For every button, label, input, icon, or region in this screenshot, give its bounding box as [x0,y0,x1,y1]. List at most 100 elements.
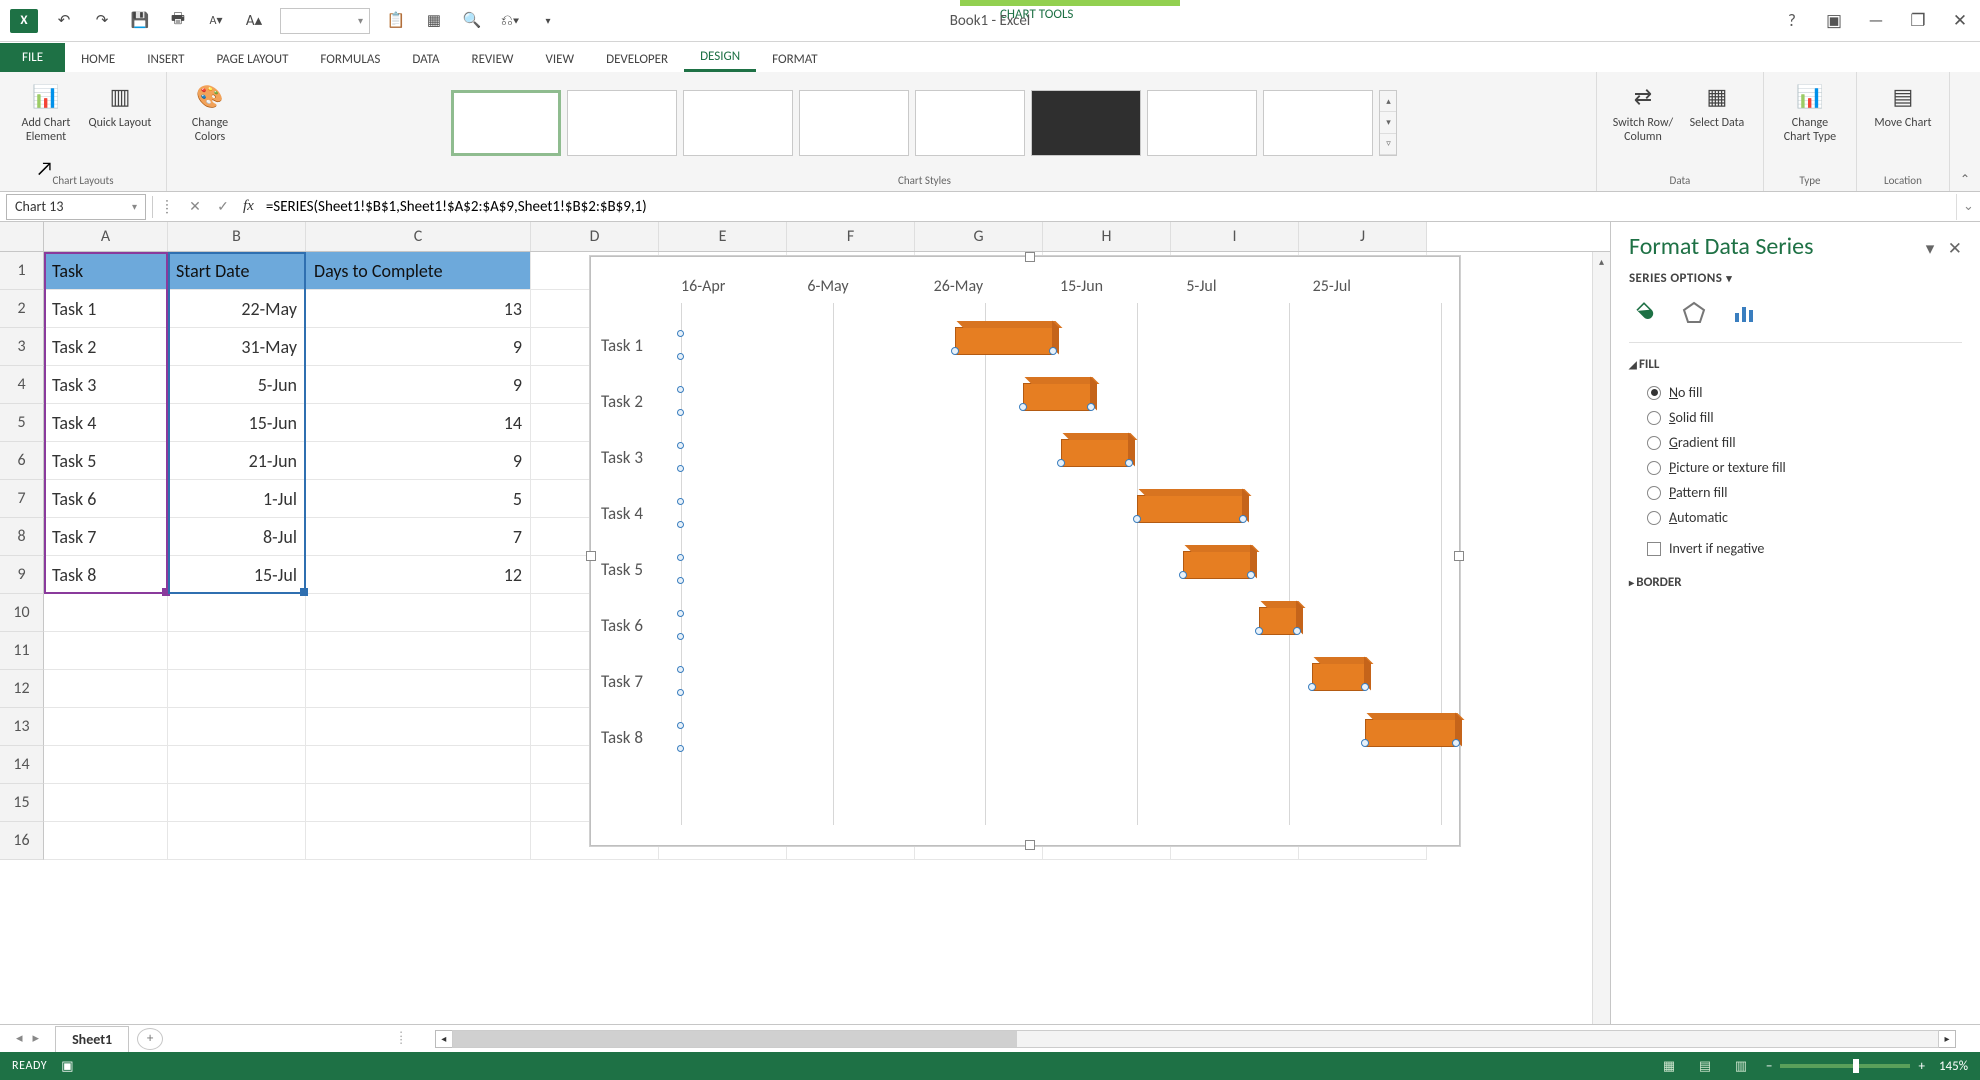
cell[interactable] [168,632,306,670]
save-button[interactable]: 💾 [128,9,152,33]
pane-close-button[interactable]: ✕ [1948,238,1962,259]
ribbon-display-button[interactable]: ▣ [1824,11,1844,31]
cell[interactable] [306,822,531,860]
cell[interactable]: Start Date [168,252,306,290]
qat-icon-1[interactable]: 📋 [384,9,408,33]
cell[interactable] [306,784,531,822]
row-header-7[interactable]: 7 [0,480,44,518]
cell[interactable] [168,708,306,746]
cell[interactable] [306,594,531,632]
sheet-tab-sheet1[interactable]: Sheet1 [55,1026,129,1052]
switch-row-column-button[interactable]: ⇄ Switch Row/ Column [1611,78,1675,144]
chart-style-6[interactable] [1031,90,1141,156]
chart-style-1[interactable] [451,90,561,156]
cell[interactable]: 9 [306,442,531,480]
cell[interactable]: 5 [306,480,531,518]
cell[interactable] [44,784,168,822]
chart-style-3[interactable] [683,90,793,156]
cell[interactable] [168,670,306,708]
series-options-dropdown[interactable]: SERIES OPTIONS▾ [1629,271,1962,286]
effects-icon[interactable] [1679,298,1709,328]
zoom-level[interactable]: 145% [1939,1059,1968,1074]
cell[interactable]: 13 [306,290,531,328]
col-header-G[interactable]: G [915,222,1043,251]
select-data-button[interactable]: ▦ Select Data [1685,78,1749,130]
col-header-J[interactable]: J [1299,222,1427,251]
macro-record-icon[interactable]: ▣ [61,1059,73,1074]
cell[interactable]: 31-May [168,328,306,366]
cell[interactable] [44,708,168,746]
add-chart-element-button[interactable]: 📊 Add Chart Element [14,78,78,144]
row-header-6[interactable]: 6 [0,442,44,480]
cell[interactable]: 15-Jun [168,404,306,442]
qat-icon-2[interactable]: ▦ [422,9,446,33]
chart-bar[interactable] [1259,607,1297,635]
col-header-D[interactable]: D [531,222,659,251]
chart-style-4[interactable] [799,90,909,156]
cell[interactable]: 22-May [168,290,306,328]
tab-developer[interactable]: DEVELOPER [590,45,684,72]
close-button[interactable]: ✕ [1950,11,1970,31]
cell[interactable] [168,822,306,860]
tab-insert[interactable]: INSERT [131,45,200,72]
collapse-ribbon-button[interactable]: ⌃ [1950,168,1980,191]
font-increase-button[interactable]: A▴ [242,9,266,33]
cell[interactable]: Task 2 [44,328,168,366]
restore-button[interactable]: ❐ [1908,11,1928,31]
cell[interactable] [44,822,168,860]
row-header-8[interactable]: 8 [0,518,44,556]
row-header-10[interactable]: 10 [0,594,44,632]
fill-option[interactable]: Gradient fill [1647,430,1962,455]
tab-view[interactable]: VIEW [530,45,591,72]
fill-line-icon[interactable] [1629,298,1659,328]
cell[interactable] [44,670,168,708]
row-header-9[interactable]: 9 [0,556,44,594]
cell[interactable]: 14 [306,404,531,442]
tab-home[interactable]: HOME [65,45,131,72]
chart-plot-area[interactable]: 16-Apr6-May26-May15-Jun5-Jul25-JulTask 1… [681,277,1439,825]
qat-dropdown[interactable]: ▾ [280,8,370,34]
row-header-16[interactable]: 16 [0,822,44,860]
cell[interactable]: 9 [306,366,531,404]
cell[interactable] [306,632,531,670]
cell[interactable]: 1-Jul [168,480,306,518]
zoom-in-button[interactable]: + [1918,1059,1924,1074]
cell[interactable]: Task 3 [44,366,168,404]
undo-button[interactable]: ↶ [52,9,76,33]
qat-icon-3[interactable]: 🔍 [460,9,484,33]
fill-option[interactable]: Picture or texture fill [1647,455,1962,480]
formula-dropdown-button[interactable]: ⁞ [153,198,181,215]
pane-options-button[interactable]: ▾ [1926,238,1935,259]
zoom-slider[interactable]: − + [1766,1059,1925,1074]
row-header-14[interactable]: 14 [0,746,44,784]
col-header-B[interactable]: B [168,222,306,251]
cell[interactable] [44,594,168,632]
chart-bar[interactable] [955,327,1054,355]
chart-bar[interactable] [1183,551,1251,579]
cell[interactable]: Task 5 [44,442,168,480]
col-header-I[interactable]: I [1171,222,1299,251]
embedded-chart[interactable]: 16-Apr6-May26-May15-Jun5-Jul25-JulTask 1… [590,256,1460,846]
chart-styles-gallery[interactable]: ▴▾▿ [451,78,1397,168]
border-section-header[interactable]: BORDER [1629,575,1962,590]
col-header-H[interactable]: H [1043,222,1171,251]
chart-style-5[interactable] [915,90,1025,156]
name-box[interactable]: Chart 13▾ [6,194,146,220]
chart-styles-scroll[interactable]: ▴▾▿ [1379,90,1397,156]
redo-button[interactable]: ↷ [90,9,114,33]
tab-scroll-first-button[interactable]: ◂ [16,1031,23,1046]
chart-bar[interactable] [1312,663,1365,691]
row-header-2[interactable]: 2 [0,290,44,328]
tab-file[interactable]: FILE [0,43,65,72]
chart-style-2[interactable] [567,90,677,156]
cell[interactable]: 7 [306,518,531,556]
row-header-4[interactable]: 4 [0,366,44,404]
col-header-E[interactable]: E [659,222,787,251]
cell[interactable] [306,746,531,784]
tab-review[interactable]: REVIEW [456,45,530,72]
chart-bar[interactable] [1137,495,1243,523]
col-header-C[interactable]: C [306,222,531,251]
row-header-15[interactable]: 15 [0,784,44,822]
cancel-formula-button[interactable]: ✕ [181,198,209,215]
formula-input[interactable] [260,194,1956,220]
